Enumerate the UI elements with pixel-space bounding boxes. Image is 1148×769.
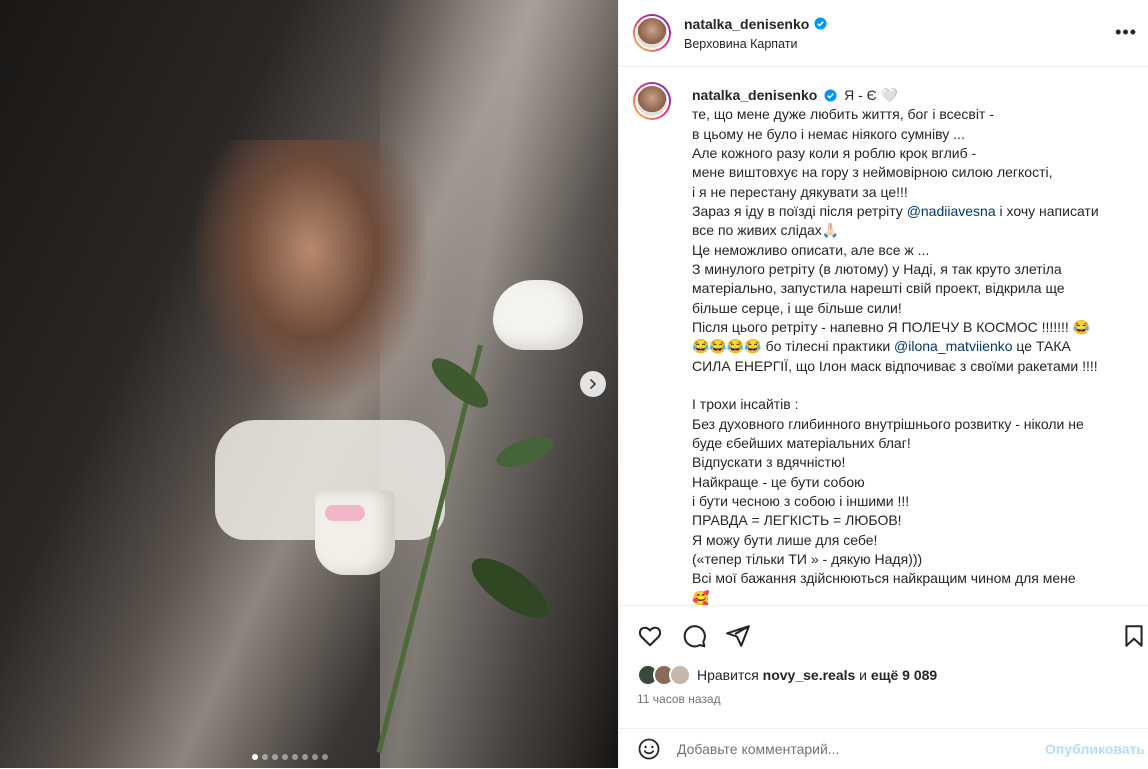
publish-button[interactable]: Опубликовать: [1045, 741, 1145, 757]
caption-line: Зараз я іду в поїзді після ретріту: [692, 203, 907, 220]
photo-candle: [315, 490, 395, 575]
caption-line: більше серце, і ще більше сили!: [692, 299, 902, 316]
caption-line: І трохи інсайтів :: [692, 396, 799, 413]
caption-line: буде єбейших матеріальних благ!: [692, 434, 911, 451]
caption-line: Це неможливо описати, але все ж ...: [692, 241, 930, 258]
carousel-dot: [282, 754, 288, 760]
caption-line: СИЛА ЕНЕРГІЇ, що Ілон маск відпочиває з …: [692, 357, 1098, 374]
mention-link[interactable]: @nadiiavesna: [907, 203, 996, 219]
caption-line: Всі мої бажання здійснюються найкращим ч…: [692, 570, 1076, 587]
photo-bow: [325, 505, 365, 521]
comment-icon[interactable]: [681, 623, 707, 649]
likes-summary: Нравится novy_se.reals и ещё 9 089: [637, 664, 937, 686]
post-timestamp[interactable]: 11 часов назад: [637, 692, 721, 706]
carousel-dot: [252, 754, 258, 760]
caption-area: natalka_denisenko Я - Є 🤍 те, що мене ду…: [619, 67, 1148, 605]
caption-line: те, що мене дуже любить життя, бог і все…: [692, 106, 994, 123]
caption-line: З минулого ретріту (в лютому) у Наді, я …: [692, 261, 1062, 278]
avatar[interactable]: [633, 14, 671, 52]
post-photo[interactable]: [0, 0, 618, 768]
more-options-button[interactable]: •••: [1115, 22, 1137, 43]
carousel-dot: [312, 754, 318, 760]
caption-line: Після цього ретріту - напевно Я ПОЛЕЧУ В…: [692, 319, 1091, 336]
mention-link[interactable]: @ilona_matviienko: [894, 338, 1013, 354]
caption-line: це ТАКА: [1012, 338, 1071, 355]
avatar: [669, 664, 691, 686]
chevron-right-icon: [590, 379, 597, 389]
caption-line: Найкраще - це бути собою: [692, 473, 865, 490]
header-username[interactable]: natalka_denisenko: [684, 16, 809, 32]
verified-icon: [814, 17, 827, 30]
bookmark-icon[interactable]: [1121, 623, 1147, 649]
carousel-dot: [302, 754, 308, 760]
caption-line: 😂😂😂😂: [692, 338, 762, 355]
caption-line: («тепер тільки ТИ » - дякую Надя))): [692, 550, 923, 567]
likes-count[interactable]: ещё 9 089: [871, 667, 937, 683]
carousel-dot: [292, 754, 298, 760]
carousel-next-button[interactable]: [580, 371, 606, 397]
carousel-dot: [322, 754, 328, 760]
caption-line: і я не перестану дякувати за це!!!: [692, 183, 908, 200]
caption-line: 🥰: [692, 589, 710, 605]
caption-text: natalka_denisenko Я - Є 🤍 те, що мене ду…: [692, 86, 1132, 605]
caption-line: Відпускати з вдячністю!: [692, 454, 846, 471]
caption-line: Без духовного глибинного внутрішнього ро…: [692, 415, 1084, 432]
caption-line: ПРАВДА = ЛЕГКІСТЬ = ЛЮБОВ!: [692, 512, 902, 529]
caption-line: в цьому не було і немає ніякого сумніву …: [692, 125, 965, 142]
heart-icon[interactable]: [637, 623, 663, 649]
caption-line: і хочу написати: [995, 203, 1099, 220]
post-side-panel: natalka_denisenko Верховина Карпати ••• …: [618, 0, 1148, 768]
share-icon[interactable]: [725, 623, 751, 649]
carousel-dot: [262, 754, 268, 760]
photo-rose: [493, 280, 583, 350]
comment-box: Опубликовать: [619, 728, 1148, 769]
caption-line: мене виштовхує на гору з неймовірною сил…: [692, 164, 1053, 181]
carousel-dots: [252, 754, 328, 760]
avatar[interactable]: [633, 82, 671, 120]
caption-line: все по живих слідах🙏🏻: [692, 222, 840, 239]
header-location[interactable]: Верховина Карпати: [684, 37, 827, 51]
caption-line: і бути чесною з собою і іншими !!!: [692, 492, 910, 509]
caption-line: Я - Є 🤍: [844, 87, 898, 103]
action-bar: [619, 605, 1148, 666]
instagram-post-view: natalka_denisenko Верховина Карпати ••• …: [0, 0, 1148, 768]
likes-middle: и: [855, 667, 871, 683]
verified-icon: [824, 89, 837, 102]
post-header: natalka_denisenko Верховина Карпати •••: [619, 0, 1148, 67]
caption-line: бо тілесні практики: [761, 338, 895, 355]
caption-line: Я можу бути лише для себе!: [692, 531, 878, 548]
emoji-icon[interactable]: [637, 737, 661, 761]
caption-blank: [692, 376, 1132, 395]
caption-line: матеріально, запустила нарешті свій прое…: [692, 280, 1065, 297]
liker-username[interactable]: novy_se.reals: [763, 667, 856, 683]
likes-prefix: Нравится: [697, 667, 763, 683]
carousel-dot: [272, 754, 278, 760]
comment-input[interactable]: [675, 740, 1019, 758]
caption-username[interactable]: natalka_denisenko: [692, 87, 817, 103]
caption-line: Але кожного разу коли я роблю крок вглиб…: [692, 145, 977, 162]
